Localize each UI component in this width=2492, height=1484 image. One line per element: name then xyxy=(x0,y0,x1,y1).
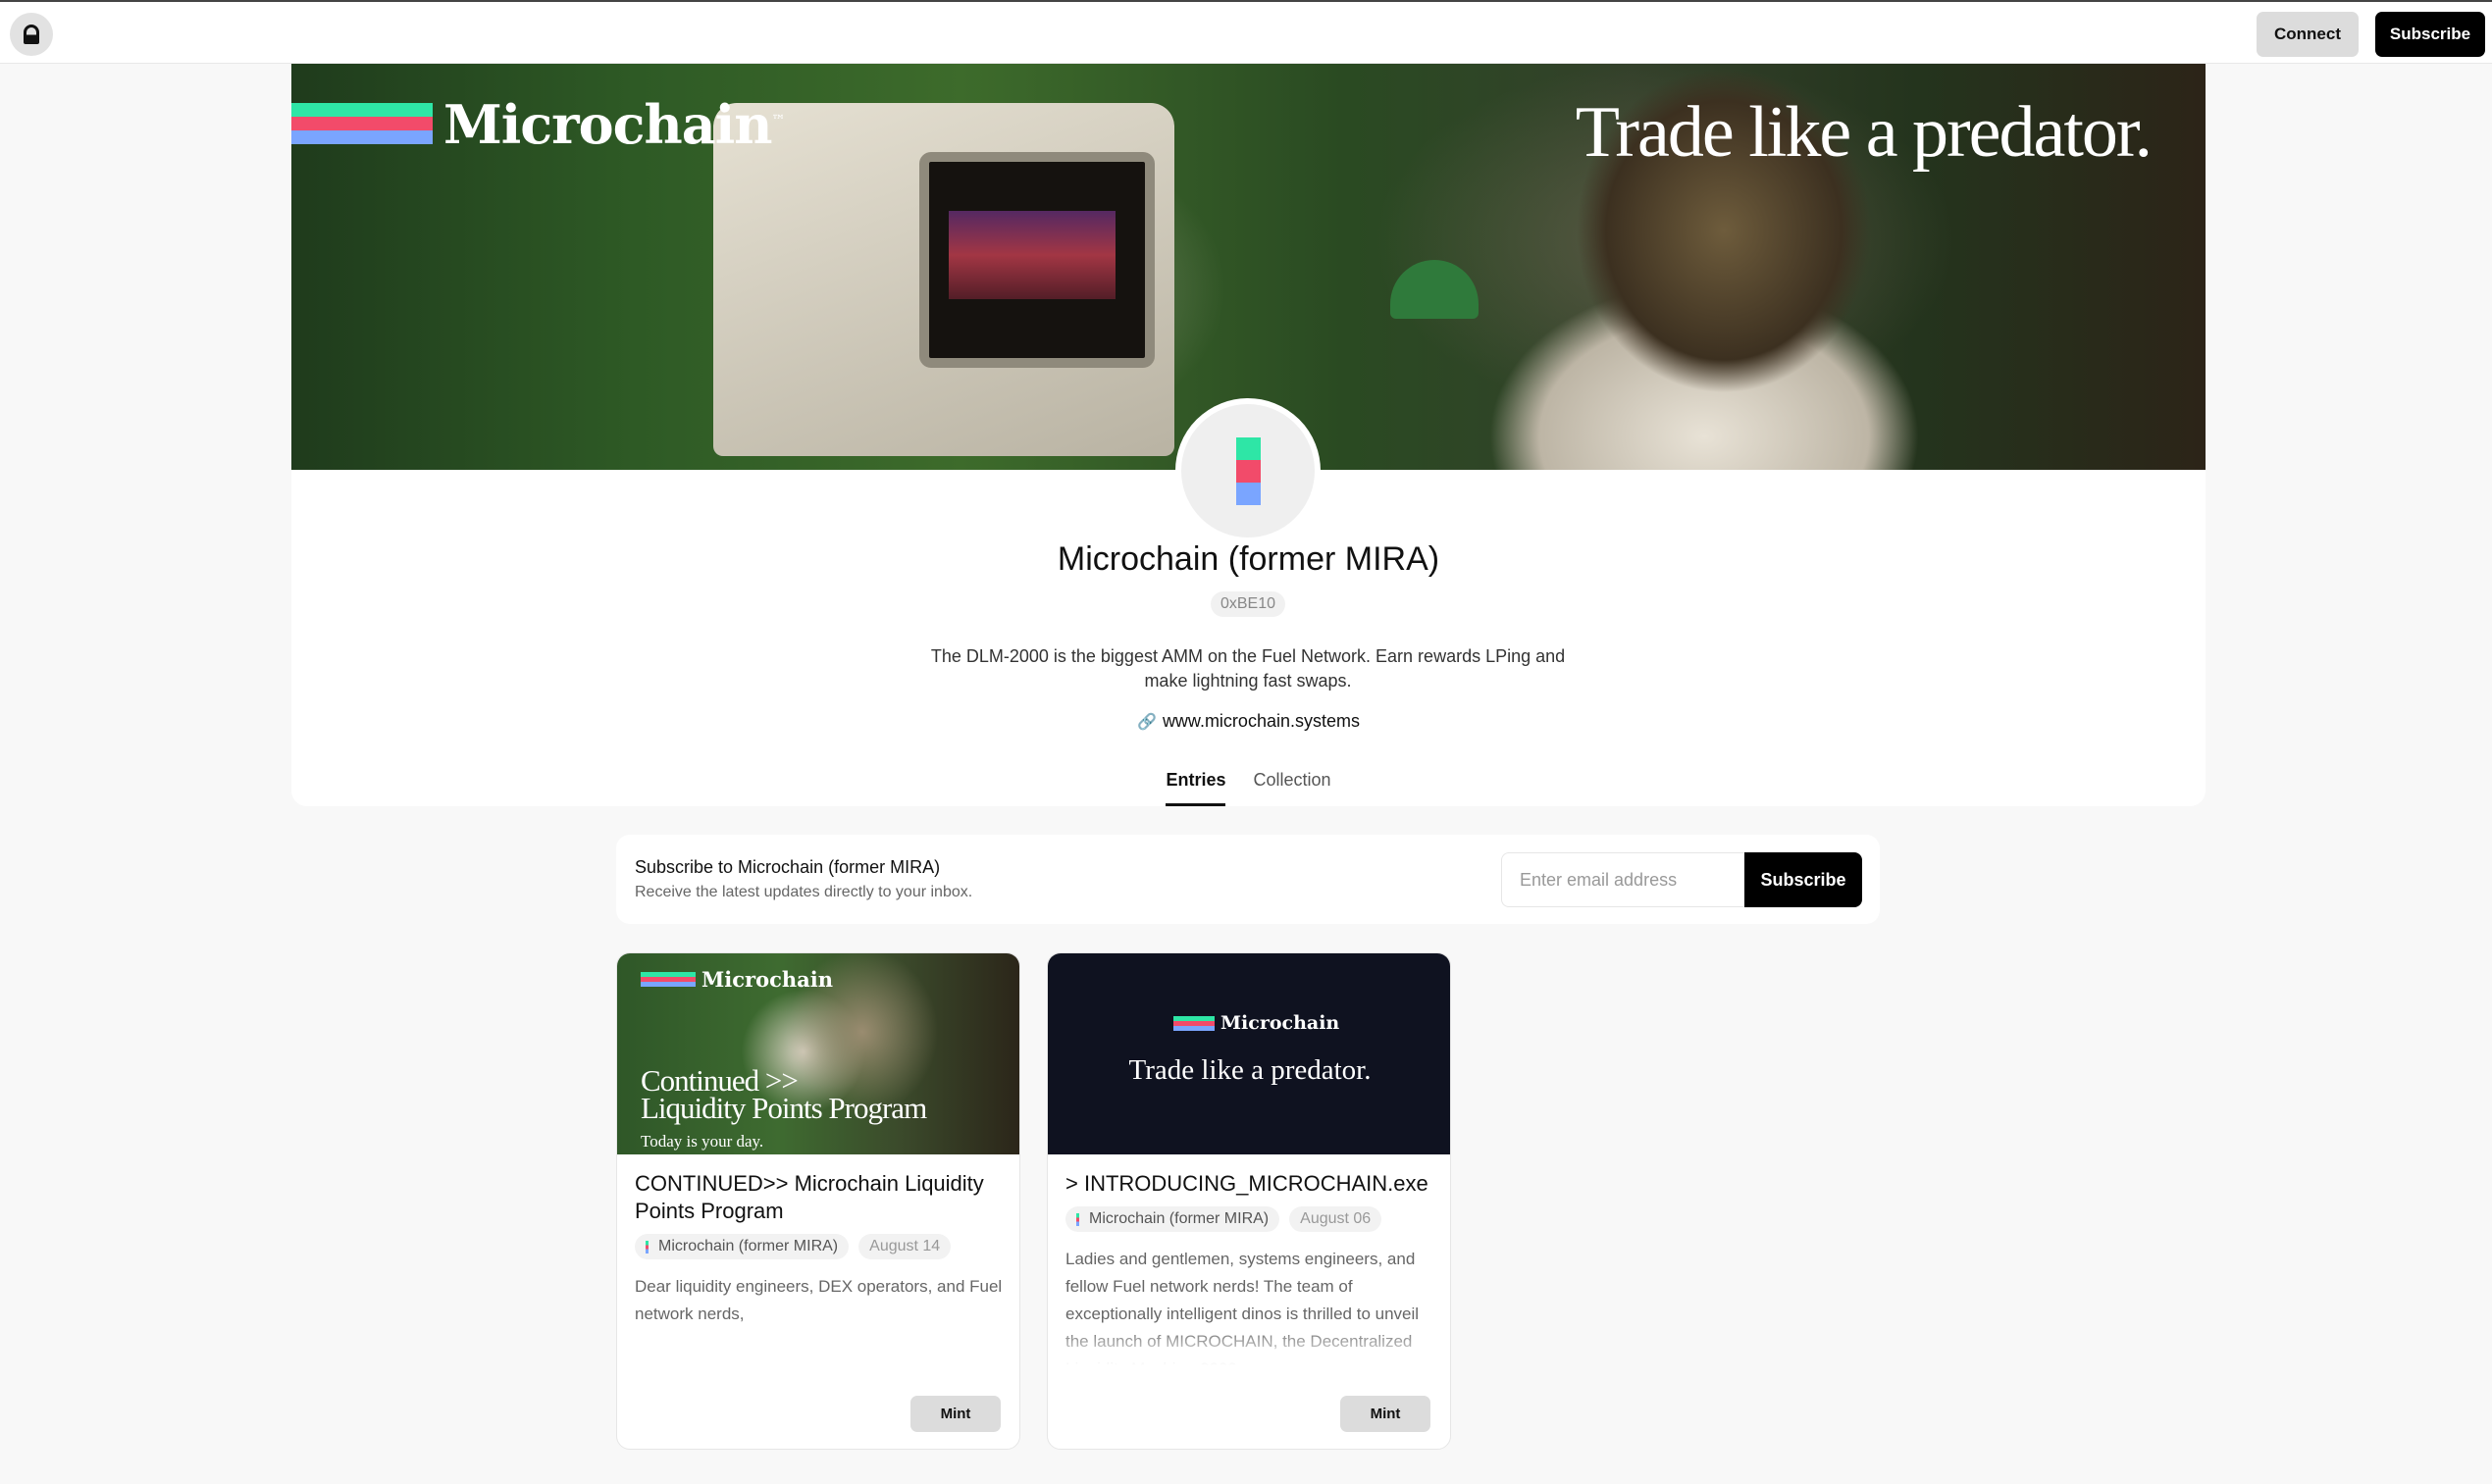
banner-brand-name: Microchain™ xyxy=(443,93,786,156)
tab-collection[interactable]: Collection xyxy=(1253,768,1330,806)
connect-button[interactable]: Connect xyxy=(2257,12,2359,57)
subscribe-button[interactable]: Subscribe xyxy=(2375,12,2485,57)
entry-excerpt: Ladies and gentlemen, systems engineers,… xyxy=(1065,1246,1438,1365)
newsletter-subscribe-button[interactable]: Subscribe xyxy=(1744,852,1862,907)
link-icon: 🔗 xyxy=(1137,714,1157,731)
author-avatar xyxy=(1076,1212,1079,1226)
profile-avatar xyxy=(1175,398,1321,543)
profile-tabs: Entries Collection xyxy=(291,768,2206,806)
entry-card[interactable]: Microchain Trade like a predator. > INTR… xyxy=(1047,952,1451,1450)
subscribe-box-title: Subscribe to Microchain (former MIRA) xyxy=(635,857,941,877)
tab-entries[interactable]: Entries xyxy=(1166,768,1226,806)
entry-excerpt: Dear liquidity engineers, DEX operators,… xyxy=(635,1277,1003,1323)
profile-card: Microchain™ Trade like a predator. Micro… xyxy=(291,64,2206,806)
app-logo-button[interactable] xyxy=(10,13,53,56)
website-link[interactable]: 🔗 www.microchain.systems xyxy=(291,711,2206,732)
author-badge[interactable]: Microchain (former MIRA) xyxy=(1065,1206,1280,1232)
cover-subheading: Today is your day. xyxy=(641,1132,764,1151)
cover-tagline: Trade like a predator. xyxy=(1128,1054,1372,1086)
top-bar: Connect Subscribe xyxy=(0,0,2492,64)
author-avatar xyxy=(646,1240,649,1254)
mint-button[interactable]: Mint xyxy=(1340,1396,1430,1432)
entry-title[interactable]: > INTRODUCING_MICROCHAIN.exe xyxy=(1065,1170,1438,1198)
entry-meta: Microchain (former MIRA) August 06 xyxy=(1065,1206,1382,1232)
profile-bio: The DLM-2000 is the biggest AMM on the F… xyxy=(930,646,1566,691)
wallet-address-badge[interactable]: 0xBE10 xyxy=(1211,591,1285,617)
entry-date: August 14 xyxy=(858,1234,952,1259)
entry-title[interactable]: CONTINUED>> Microchain Liquidity Points … xyxy=(635,1170,1008,1225)
cover-heading-line-2: Liquidity Points Program xyxy=(641,1091,927,1125)
website-link-text: www.microchain.systems xyxy=(1162,711,1360,731)
brand-stripes-logo xyxy=(291,103,433,144)
cover-brand-logo: Microchain xyxy=(1173,1012,1339,1034)
banner-screen-art xyxy=(919,152,1155,368)
app-logo-icon xyxy=(24,25,39,44)
entry-cover-image: Microchain Continued >> Liquidity Points… xyxy=(617,953,1019,1154)
email-input[interactable] xyxy=(1501,852,1746,907)
newsletter-subscribe-box: Subscribe to Microchain (former MIRA) Re… xyxy=(616,835,1880,924)
entry-meta: Microchain (former MIRA) August 14 xyxy=(635,1234,952,1259)
mint-button[interactable]: Mint xyxy=(910,1396,1001,1432)
profile-name: Microchain (former MIRA) xyxy=(1057,540,1440,578)
entry-card[interactable]: Microchain Continued >> Liquidity Points… xyxy=(616,952,1020,1450)
cover-brand-logo: Microchain xyxy=(641,967,833,992)
banner-tagline: Trade like a predator. xyxy=(1575,92,2153,173)
author-badge[interactable]: Microchain (former MIRA) xyxy=(635,1234,850,1259)
entry-cover-image: Microchain Trade like a predator. xyxy=(1048,953,1450,1154)
entry-date: August 06 xyxy=(1289,1206,1382,1232)
subscribe-box-description: Receive the latest updates directly to y… xyxy=(635,884,973,900)
